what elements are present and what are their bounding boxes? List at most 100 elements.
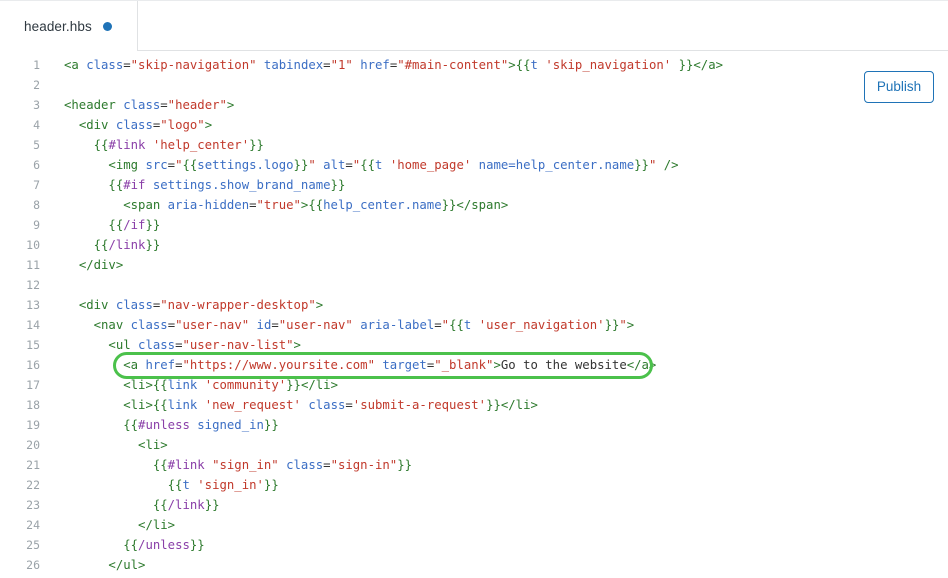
code-token: = [434, 318, 442, 332]
code-token: {{ [308, 198, 324, 212]
publish-button[interactable]: Publish [864, 71, 934, 103]
code-token: link [167, 378, 205, 392]
code-token: }} [441, 198, 457, 212]
code-line[interactable]: 19 {{#unless signed_in}} [0, 415, 948, 435]
code-token: = [123, 58, 131, 72]
code-editor[interactable]: 1 <a class="skip-navigation" tabindex="1"… [0, 51, 948, 578]
code-line[interactable]: 9 {{/if}} [0, 215, 948, 235]
code-token: id [256, 318, 272, 332]
code-line[interactable]: 2 [0, 75, 948, 95]
code-line-text: <ul class="user-nav-list"> [40, 335, 301, 355]
code-line[interactable]: 10 {{/link}} [0, 235, 948, 255]
code-line[interactable]: 26 </ul> [0, 555, 948, 575]
code-line[interactable]: 4 <div class="logo"> [0, 115, 948, 135]
code-line[interactable]: 7 {{#if settings.show_brand_name}} [0, 175, 948, 195]
code-token: 'community' [204, 378, 287, 392]
line-number: 26 [26, 558, 40, 572]
code-token: /if [123, 218, 146, 232]
code-line-text: {{/link}} [40, 495, 220, 515]
code-line[interactable]: 15 <ul class="user-nav-list"> [0, 335, 948, 355]
code-token: > [204, 118, 213, 132]
code-line-text: {{/unless}} [40, 535, 204, 555]
code-token: </li> [138, 518, 176, 532]
line-number: 2 [33, 78, 40, 92]
code-line[interactable]: 13 <div class="nav-wrapper-desktop"> [0, 295, 948, 315]
code-line[interactable]: 21 {{#link "sign_in" class="sign-in"}} [0, 455, 948, 475]
code-line-text: <nav class="user-nav" id="user-nav" aria… [40, 315, 635, 335]
code-token: name=help_center.name [478, 158, 635, 172]
code-token: <div [78, 298, 116, 312]
code-token: <div [78, 118, 116, 132]
code-token: <img [108, 158, 146, 172]
code-token: Go to the website [500, 358, 627, 372]
code-token: <li> [123, 398, 153, 412]
code-token: = [167, 158, 176, 172]
code-line[interactable]: 18 <li>{{link 'new_request' class='submi… [0, 395, 948, 415]
code-token: link [167, 398, 205, 412]
code-token: t [463, 318, 479, 332]
code-line[interactable]: 24 </li> [0, 515, 948, 535]
code-token: {{ [152, 498, 168, 512]
code-token: href [145, 358, 176, 372]
code-line[interactable]: 12 [0, 275, 948, 295]
line-number: 25 [26, 538, 40, 552]
code-token: </li> [500, 398, 538, 412]
code-line[interactable]: 14 <nav class="user-nav" id="user-nav" a… [0, 315, 948, 335]
editor-tab-bar: header.hbs [0, 0, 948, 51]
code-token: }} [204, 498, 220, 512]
tab-header-hbs[interactable]: header.hbs [0, 1, 138, 51]
code-line-text: {{#link "sign_in" class="sign-in"}} [40, 455, 412, 475]
code-token: #if [123, 178, 153, 192]
code-token: }} [145, 218, 161, 232]
code-line[interactable]: 1 <a class="skip-navigation" tabindex="1"… [0, 55, 948, 75]
code-token: }} [145, 238, 161, 252]
code-token: 'skip_navigation' [545, 58, 672, 72]
code-token: aria-label [360, 318, 435, 332]
code-token: class [123, 98, 161, 112]
code-token: {{ [108, 178, 124, 192]
code-line-text: <div class="nav-wrapper-desktop"> [40, 295, 323, 315]
code-token: "1" [330, 58, 353, 72]
code-line[interactable]: 25 {{/unless}} [0, 535, 948, 555]
code-line-text: <span aria-hidden="true">{{help_center.n… [40, 195, 508, 215]
code-line[interactable]: 3 <header class="header"> [0, 95, 948, 115]
line-number: 20 [26, 438, 40, 452]
code-token: > [293, 338, 301, 352]
code-line[interactable]: 20 <li> [0, 435, 948, 455]
code-token: }} [671, 58, 694, 72]
code-token: " [619, 318, 627, 332]
code-line[interactable]: 11 </div> [0, 255, 948, 275]
code-token: "sign-in" [330, 458, 398, 472]
code-line[interactable]: 22 {{t 'sign_in'}} [0, 475, 948, 495]
code-token: <header [64, 98, 124, 112]
code-token: {{ [515, 58, 531, 72]
code-token: "header" [167, 98, 227, 112]
code-line[interactable]: 16 <a href="https://www.yoursite.com" ta… [0, 355, 948, 375]
code-token: > [226, 98, 235, 112]
code-line-text: {{#if settings.show_brand_name}} [40, 175, 345, 195]
code-token: "user-nav-list" [182, 338, 294, 352]
code-token: aria-hidden [167, 198, 250, 212]
line-number: 10 [26, 238, 40, 252]
code-line[interactable]: 8 <span aria-hidden="true">{{help_center… [0, 195, 948, 215]
code-token: }} [263, 418, 279, 432]
code-token: "user-nav" [175, 318, 250, 332]
code-token: /unless [138, 538, 190, 552]
code-token: }} [263, 478, 279, 492]
code-line[interactable]: 23 {{/link}} [0, 495, 948, 515]
code-token: "skip-navigation" [130, 58, 257, 72]
code-token: <li> [138, 438, 168, 452]
code-line[interactable]: 17 <li>{{link 'community'}}</li> [0, 375, 948, 395]
code-token: {{ [93, 238, 109, 252]
code-line[interactable]: 5 {{#link 'help_center'}} [0, 135, 948, 155]
code-line[interactable]: 6 <img src="{{settings.logo}}" alt="{{t … [0, 155, 948, 175]
code-token: settings.show_brand_name [152, 178, 331, 192]
